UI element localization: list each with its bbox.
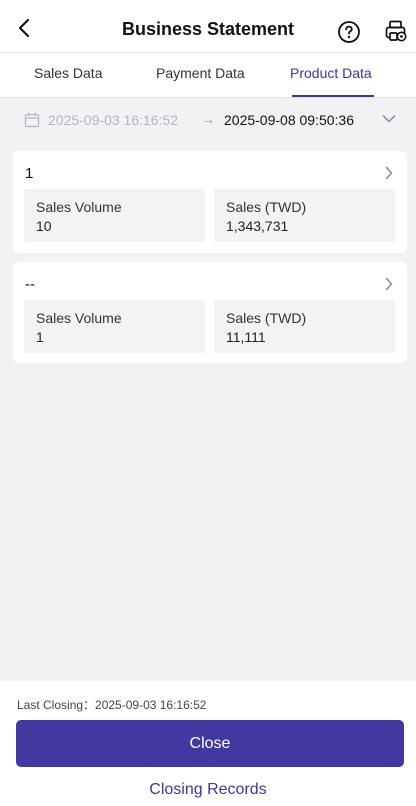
sales-amount-stat: Sales (TWD) 11,111 [214, 300, 395, 353]
product-card[interactable]: 1 Sales Volume 10 Sales (TWD) 1,343,731 [13, 151, 407, 253]
sales-amount-stat: Sales (TWD) 1,343,731 [214, 189, 395, 242]
footer-panel: Last Closing：2025-09-03 16:16:52 Close C… [0, 681, 416, 806]
active-tab-indicator [292, 95, 374, 97]
stat-label: Sales Volume [36, 310, 122, 326]
last-closing-text: Last Closing：2025-09-03 16:16:52 [17, 698, 207, 712]
printer-settings-icon[interactable] [384, 19, 408, 43]
calendar-icon [24, 113, 40, 128]
chevron-right-icon[interactable] [385, 166, 393, 180]
help-icon[interactable] [337, 20, 361, 44]
stat-label: Sales Volume [36, 199, 122, 215]
date-arrow-icon: → [201, 111, 215, 127]
tab-sales-data[interactable]: Sales Data [34, 65, 102, 81]
app-header: Business Statement [0, 0, 416, 53]
stat-value: 10 [36, 218, 52, 234]
closing-records-link[interactable]: Closing Records [0, 781, 416, 799]
sales-volume-stat: Sales Volume 1 [24, 300, 205, 353]
date-end: 2025-09-08 09:50:36 [224, 112, 354, 128]
stat-label: Sales (TWD) [226, 310, 307, 326]
tab-bar: Sales Data Payment Data Product Data [0, 53, 416, 98]
stat-label: Sales (TWD) [226, 199, 307, 215]
product-card[interactable]: -- Sales Volume 1 Sales (TWD) 11,111 [13, 262, 407, 363]
stat-value: 1,343,731 [226, 218, 289, 234]
product-card-title: -- [25, 276, 35, 293]
chevron-down-icon[interactable] [382, 114, 396, 124]
close-button[interactable]: Close [16, 720, 404, 767]
tab-product-data[interactable]: Product Data [290, 65, 372, 81]
chevron-right-icon[interactable] [385, 277, 393, 291]
sales-volume-stat: Sales Volume 10 [24, 189, 205, 242]
product-card-title: 1 [25, 165, 34, 182]
stat-value: 1 [36, 329, 44, 345]
date-range-picker[interactable]: 2025-09-03 16:16:52 → 2025-09-08 09:50:3… [0, 98, 416, 142]
stat-value: 11,111 [226, 329, 266, 345]
date-start: 2025-09-03 16:16:52 [48, 112, 178, 128]
tab-payment-data[interactable]: Payment Data [156, 65, 245, 81]
